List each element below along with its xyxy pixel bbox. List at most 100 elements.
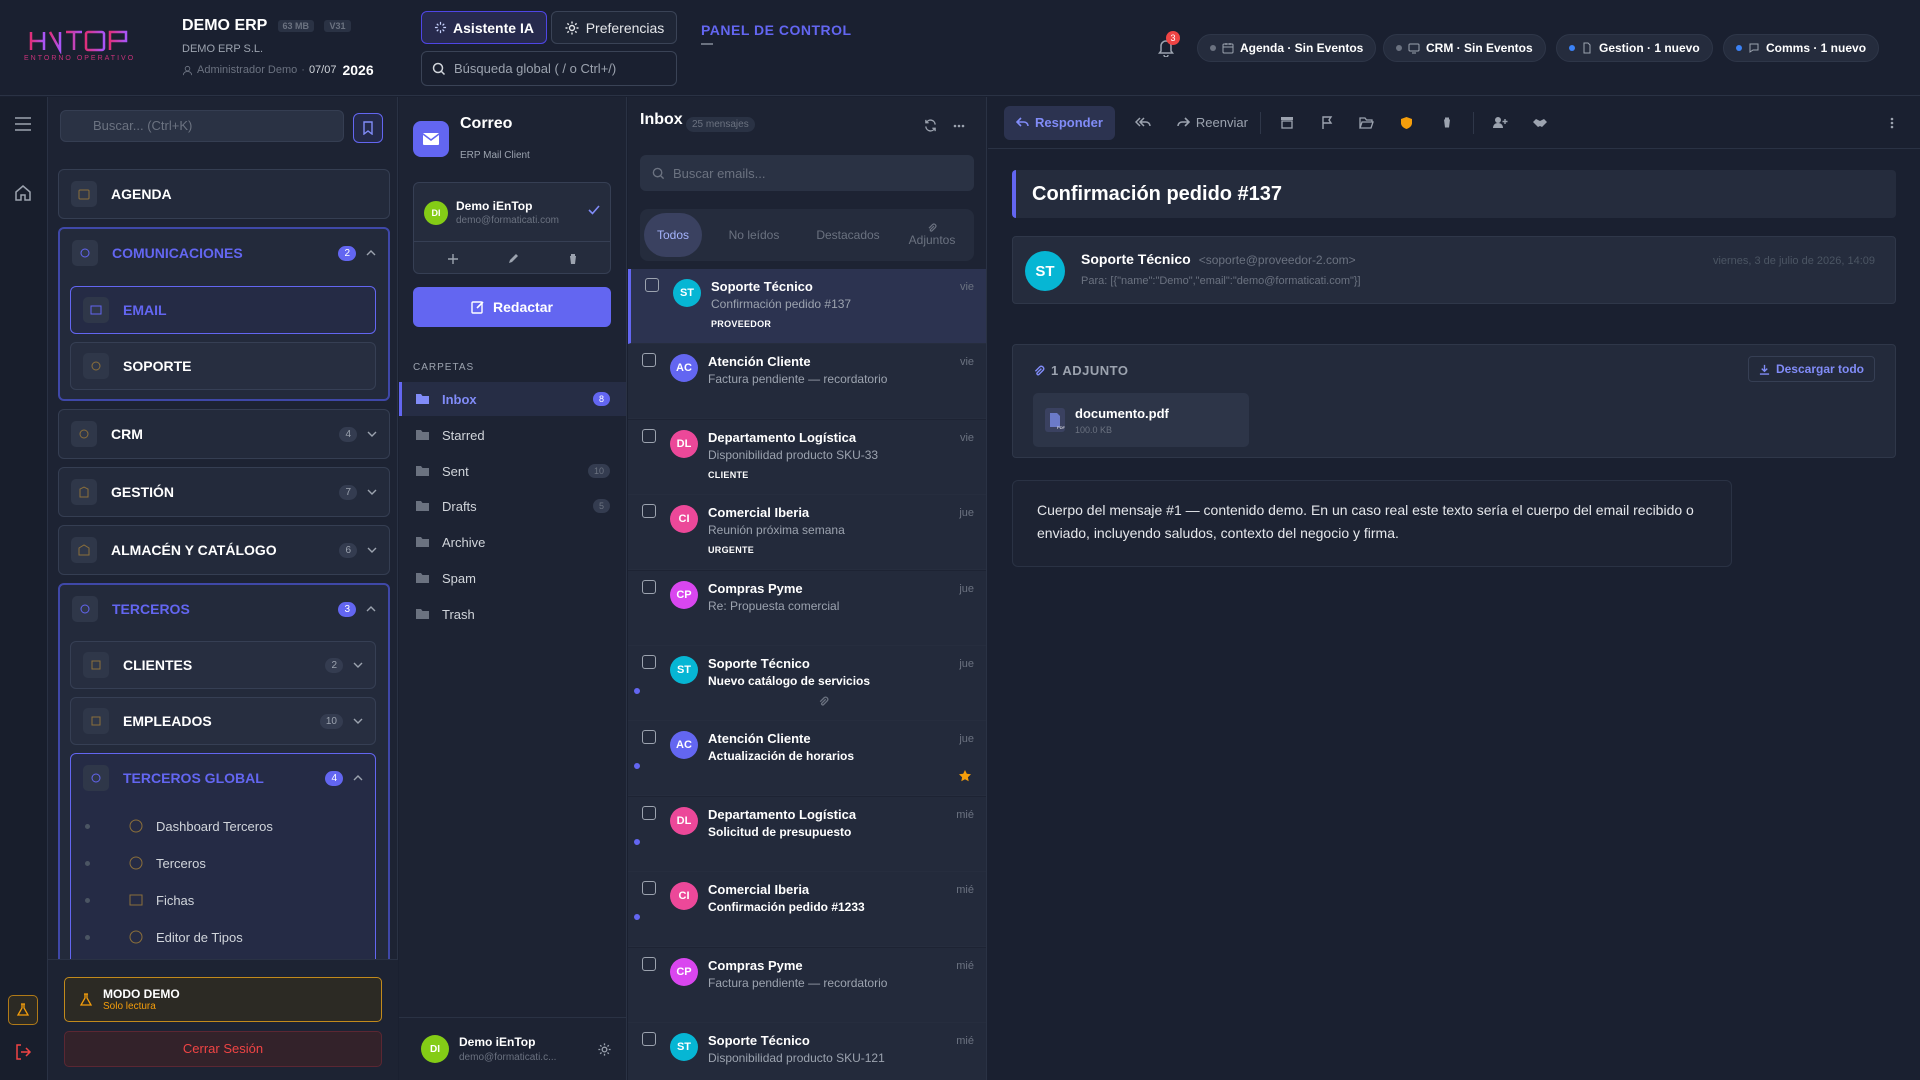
ai-assistant-button[interactable]: Asistente IA: [421, 11, 547, 44]
message-row[interactable]: AC Atención Cliente Actualización de horar…: [628, 721, 986, 797]
account-card[interactable]: DI Demo iEnTop demo@formaticati.com: [413, 182, 611, 274]
spam-button[interactable]: [1387, 106, 1427, 140]
tab-destacados[interactable]: Destacados: [806, 228, 890, 243]
sender-email[interactable]: <soporte@proveedor-2.com>: [1199, 253, 1356, 267]
folder-drafts[interactable]: Drafts 5: [399, 489, 626, 523]
folder-starred[interactable]: Starred: [399, 418, 626, 452]
status-gestion[interactable]: Gestion · 1 nuevo: [1556, 34, 1713, 62]
message-checkbox[interactable]: [642, 805, 656, 820]
star-icon[interactable]: [958, 769, 972, 783]
message-row[interactable]: DL Departamento Logística Disponibilidad p…: [628, 419, 986, 495]
delete-button[interactable]: [1427, 106, 1467, 140]
global-search-input[interactable]: Búsqueda global ( / o Ctrl+/): [421, 51, 677, 86]
nav-empleados[interactable]: EMPLEADOS 10: [70, 697, 376, 745]
tab-adjuntos[interactable]: Adjuntos: [890, 223, 974, 248]
message-row[interactable]: ST Soporte Técnico Confirmación pedido #13…: [628, 269, 986, 344]
nav-agenda[interactable]: AGENDA: [58, 169, 390, 219]
message-checkbox[interactable]: [642, 730, 656, 745]
message-checkbox[interactable]: [642, 579, 656, 594]
tab-todos[interactable]: Todos: [644, 213, 702, 257]
message-checkbox[interactable]: [642, 504, 656, 519]
folder-sent[interactable]: Sent 10: [399, 454, 626, 488]
folder-trash[interactable]: Trash: [399, 597, 626, 631]
nav-terceros-header[interactable]: TERCEROS 3: [60, 585, 388, 633]
message-row[interactable]: CI Comercial Iberia Reunión próxima semana…: [628, 495, 986, 571]
message-checkbox[interactable]: [642, 655, 656, 669]
building-icon: [71, 479, 97, 505]
nav-clientes[interactable]: CLIENTES 2: [70, 641, 376, 689]
message-row[interactable]: CP Compras Pyme Re: Propuesta comercial jue: [628, 570, 986, 646]
sidebar-search-input[interactable]: Buscar... (Ctrl+K): [60, 110, 344, 142]
message-checkbox[interactable]: [642, 1032, 656, 1046]
message-row[interactable]: ST Soporte Técnico Nuevo catálogo de servi…: [628, 646, 986, 721]
flask-icon: [79, 992, 93, 1006]
message-checkbox[interactable]: [642, 881, 656, 896]
company-name: DEMO ERP S.L.: [182, 43, 264, 55]
reply-all-button[interactable]: [1123, 106, 1163, 140]
message-row[interactable]: CI Comercial Iberia Confirmación pedido #1…: [628, 872, 986, 948]
attachment-item[interactable]: PDF documento.pdf 100.0 KB: [1033, 393, 1249, 447]
nav-leaf-editor-tipos[interactable]: Editor de Tipos: [85, 929, 243, 945]
sidebar-pin-button[interactable]: [353, 113, 383, 143]
message-checkbox[interactable]: [642, 353, 656, 368]
plus-icon[interactable]: [447, 253, 459, 265]
handshake-button[interactable]: [1520, 106, 1560, 140]
sender-name[interactable]: Soporte Técnico: [1081, 251, 1191, 267]
status-crm[interactable]: CRM · Sin Eventos: [1383, 34, 1546, 62]
nav-leaf-dashboard-terceros[interactable]: Dashboard Terceros: [85, 818, 273, 834]
nav-leaf-fichas[interactable]: Fichas: [85, 892, 194, 908]
hamburger-menu-button[interactable]: [14, 117, 32, 131]
trash-icon[interactable]: [567, 253, 579, 265]
message-from: Compras Pyme: [708, 580, 803, 596]
pencil-icon[interactable]: [507, 253, 519, 265]
logout-rail-button[interactable]: [14, 1043, 32, 1061]
refresh-icon[interactable]: [924, 119, 937, 132]
nav-crm[interactable]: CRM 4: [58, 409, 390, 459]
more-vertical-button[interactable]: [1872, 106, 1912, 140]
sender-avatar: ST: [670, 1033, 698, 1061]
current-year: 2026: [342, 62, 374, 78]
folder-spam[interactable]: Spam: [399, 561, 626, 595]
nav-terceros-global-header[interactable]: TERCEROS GLOBAL 4: [83, 765, 363, 791]
logout-button[interactable]: Cerrar Sesión: [64, 1031, 382, 1067]
compose-button[interactable]: Redactar: [413, 287, 611, 327]
status-comms[interactable]: Comms · 1 nuevo: [1723, 34, 1880, 62]
folder-archive[interactable]: Archive: [399, 525, 626, 559]
gear-icon[interactable]: [597, 1042, 612, 1057]
folder-icon: [416, 466, 429, 476]
nav-gestion[interactable]: GESTIÓN 7: [58, 467, 390, 517]
toolbar-divider: [1259, 111, 1261, 134]
message-checkbox[interactable]: [642, 956, 656, 971]
demo-mode-button[interactable]: [8, 995, 38, 1025]
nav-leaf-terceros[interactable]: Terceros: [85, 855, 206, 871]
nav-almacen[interactable]: ALMACÉN Y CATÁLOGO 6: [58, 525, 390, 575]
nav-comunicaciones-header[interactable]: COMUNICACIONES 2: [60, 229, 388, 277]
home-button[interactable]: [14, 184, 32, 202]
flag-button[interactable]: [1307, 106, 1347, 140]
message-row[interactable]: CP Compras Pyme Factura pendiente — record…: [628, 947, 986, 1023]
message-checkbox[interactable]: [645, 278, 659, 292]
forward-button[interactable]: Reenviar: [1171, 106, 1254, 140]
message-row[interactable]: AC Atención Cliente Factura pendiente — re…: [628, 344, 986, 420]
tab-no-leidos[interactable]: No leídos: [702, 228, 806, 243]
notification-count: 3: [1166, 31, 1180, 45]
more-horizontal-icon[interactable]: [953, 124, 965, 128]
message-checkbox[interactable]: [642, 428, 656, 443]
reply-button[interactable]: Responder: [1004, 105, 1115, 140]
notifications-button[interactable]: 3: [1157, 31, 1180, 57]
move-folder-button[interactable]: [1347, 106, 1387, 140]
message-time: vie: [959, 281, 974, 293]
message-row[interactable]: ST Soporte Técnico Disponibilidad producto…: [628, 1023, 986, 1080]
download-all-button[interactable]: Descargar todo: [1747, 356, 1875, 382]
nav-email[interactable]: EMAIL: [70, 286, 376, 334]
add-contact-button[interactable]: [1480, 106, 1520, 140]
app-logo[interactable]: ENTORNO OPERATIVO: [22, 26, 142, 66]
nav-soporte[interactable]: SOPORTE: [70, 342, 376, 390]
folder-inbox[interactable]: Inbox 8: [399, 382, 626, 416]
chevron-up-icon: [366, 606, 376, 612]
preferences-button[interactable]: Preferencias: [551, 11, 677, 44]
message-row[interactable]: DL Departamento Logística Solicitud de pre…: [628, 796, 986, 872]
email-search-input[interactable]: Buscar emails...: [640, 155, 974, 191]
status-agenda[interactable]: Agenda · Sin Eventos: [1197, 34, 1377, 62]
archive-button[interactable]: [1267, 106, 1307, 140]
